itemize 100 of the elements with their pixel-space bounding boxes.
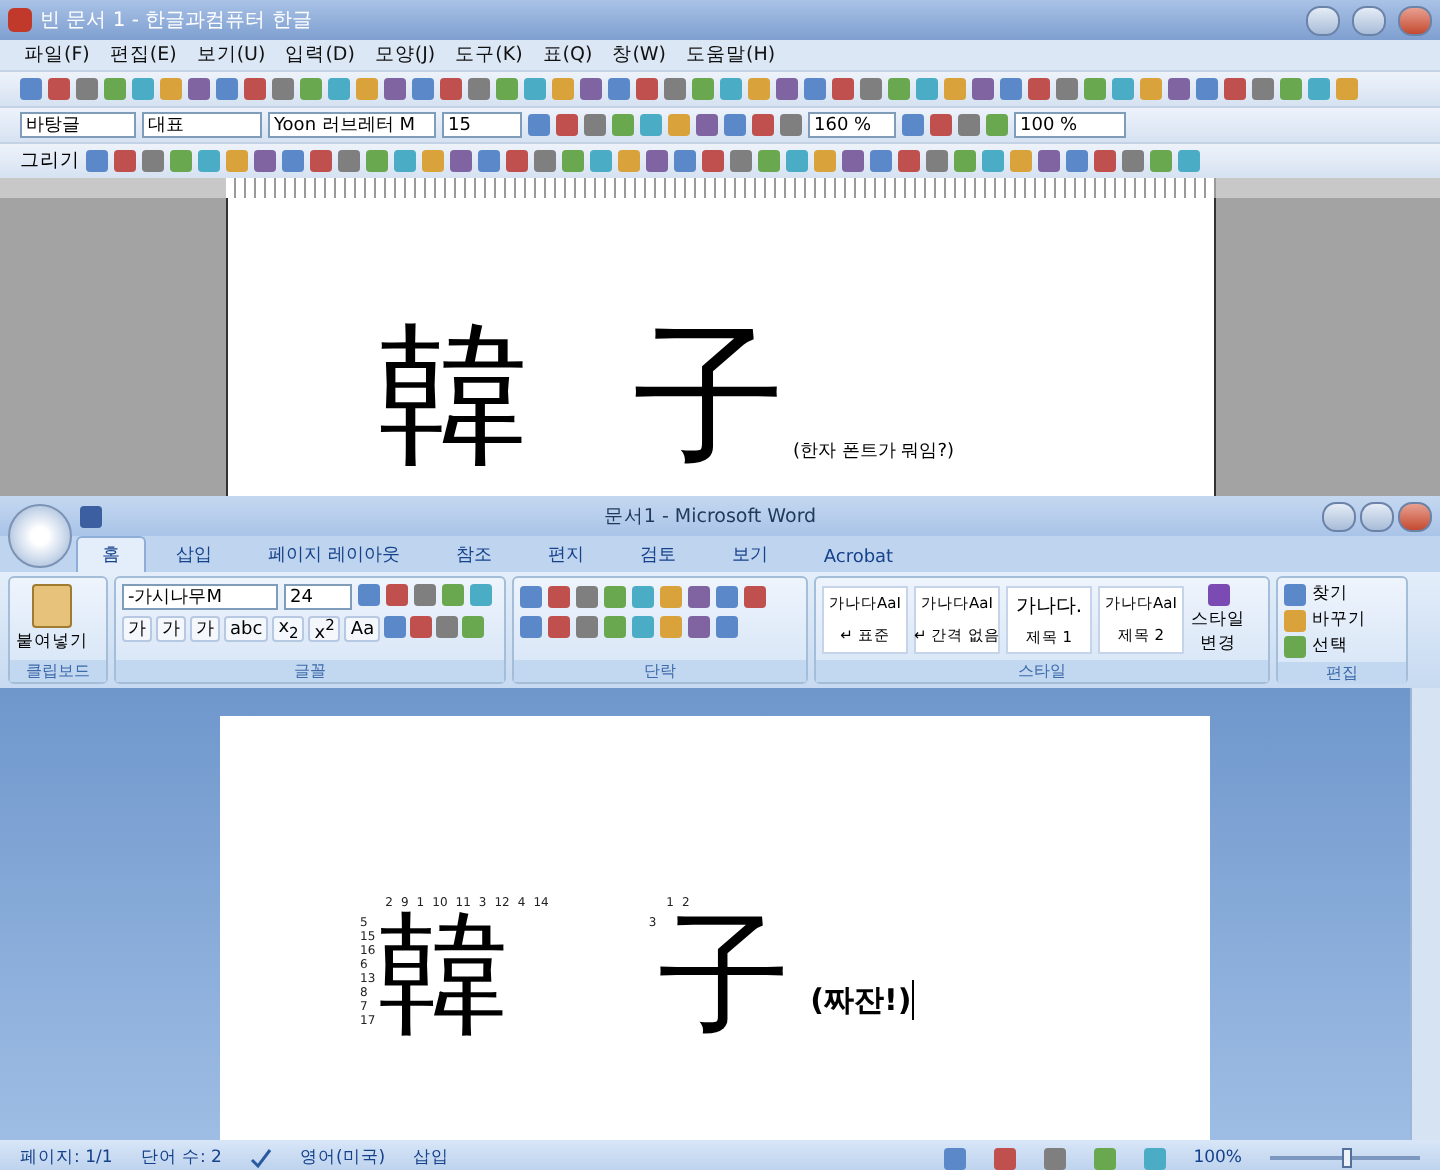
toolbar-icon[interactable] (1252, 78, 1274, 100)
proofing-icon[interactable] (249, 1147, 272, 1169)
style-dropdown[interactable]: 바탕글 (20, 112, 136, 138)
toolbar-icon[interactable] (993, 1147, 1016, 1169)
toolbar-icon[interactable] (604, 616, 626, 638)
toolbar-icon[interactable] (688, 586, 710, 608)
toolbar-icon[interactable] (664, 78, 686, 100)
toolbar-icon[interactable] (716, 586, 738, 608)
toolbar-icon[interactable] (612, 114, 634, 136)
toolbar-icon[interactable] (1308, 78, 1330, 100)
save-icon[interactable] (80, 505, 102, 527)
toolbar-icon[interactable] (1150, 150, 1172, 172)
toolbar-icon[interactable] (943, 1147, 966, 1169)
font-dropdown[interactable]: Yoon 러브레터 M (268, 112, 436, 138)
toolbar-icon[interactable] (1038, 150, 1060, 172)
toolbar-icon[interactable] (506, 150, 528, 172)
toolbar-icon[interactable] (142, 150, 164, 172)
toolbar-icon[interactable] (804, 78, 826, 100)
toolbar-icon[interactable] (520, 616, 542, 638)
toolbar-icon[interactable] (520, 586, 542, 608)
line-spacing-dropdown[interactable]: 160 % (808, 112, 896, 138)
close-button[interactable] (1398, 501, 1432, 531)
toolbar-icon[interactable] (576, 586, 598, 608)
ribbon-tab[interactable]: 삽입 (150, 536, 238, 572)
toolbar-icon[interactable] (702, 150, 724, 172)
toolbar-icon[interactable] (688, 616, 710, 638)
toolbar-icon[interactable] (188, 78, 210, 100)
toolbar-icon[interactable] (478, 150, 500, 172)
toolbar-icon[interactable] (580, 78, 602, 100)
ribbon-tab[interactable]: 편지 (521, 536, 610, 572)
toolbar-icon[interactable] (468, 78, 490, 100)
toolbar-icon[interactable] (282, 150, 304, 172)
toolbar-icon[interactable] (450, 150, 472, 172)
toolbar-icon[interactable] (780, 114, 802, 136)
toolbar-icon[interactable] (76, 78, 98, 100)
format-button[interactable]: x$_{2}$ (272, 616, 305, 642)
toolbar-icon[interactable] (132, 78, 154, 100)
zoom-dropdown[interactable]: 100 % (1014, 112, 1126, 138)
toolbar-icon[interactable] (338, 150, 360, 172)
ribbon-tab[interactable]: 홈 (76, 536, 146, 572)
toolbar-icon[interactable] (496, 78, 518, 100)
toolbar-icon[interactable] (104, 78, 126, 100)
minimize-button[interactable] (1322, 501, 1356, 531)
toolbar-icon[interactable] (916, 78, 938, 100)
edit-button[interactable]: 찾기 (1284, 582, 1366, 606)
ribbon-tab[interactable]: 참조 (429, 536, 518, 572)
toolbar-icon[interactable] (534, 150, 556, 172)
edit-button[interactable]: 바꾸기 (1284, 608, 1366, 632)
font-size-dropdown[interactable]: 24 (284, 584, 352, 610)
toolbar-icon[interactable] (660, 586, 682, 608)
toolbar-icon[interactable] (366, 150, 388, 172)
ribbon-tab[interactable]: 검토 (613, 536, 702, 572)
menu-item[interactable]: 보기(U) (196, 42, 266, 68)
draw-menu[interactable]: 그리기 (20, 148, 80, 174)
toolbar-icon[interactable] (384, 78, 406, 100)
menu-item[interactable]: 모양(J) (374, 42, 436, 68)
language-dropdown[interactable]: 대표 (142, 112, 262, 138)
toolbar-icon[interactable] (986, 114, 1008, 136)
menu-item[interactable]: 창(W) (612, 42, 666, 68)
toolbar-icon[interactable] (556, 114, 578, 136)
format-button[interactable]: x$^{2}$ (308, 616, 341, 642)
ribbon-tab[interactable]: Acrobat (797, 542, 920, 572)
toolbar-icon[interactable] (394, 150, 416, 172)
font-dropdown[interactable]: -가시나무M (122, 584, 278, 610)
font-size-dropdown[interactable]: 15 (442, 112, 522, 138)
toolbar-icon[interactable] (632, 616, 654, 638)
edit-button[interactable]: 선택 (1284, 634, 1366, 658)
toolbar-icon[interactable] (982, 150, 1004, 172)
toolbar-icon[interactable] (744, 586, 766, 608)
toolbar-icon[interactable] (832, 78, 854, 100)
toolbar-icon[interactable] (436, 616, 459, 638)
toolbar-icon[interactable] (576, 616, 598, 638)
toolbar-icon[interactable] (1168, 78, 1190, 100)
toolbar-icon[interactable] (86, 150, 108, 172)
menu-item[interactable]: 도구(K) (455, 42, 523, 68)
format-button[interactable]: 가 (156, 616, 186, 642)
toolbar-icon[interactable] (716, 616, 738, 638)
toolbar-icon[interactable] (1000, 78, 1022, 100)
toolbar-icon[interactable] (442, 584, 464, 606)
toolbar-icon[interactable] (1043, 1147, 1066, 1169)
toolbar-icon[interactable] (646, 150, 668, 172)
toolbar-icon[interactable] (216, 78, 238, 100)
toolbar-icon[interactable] (758, 150, 780, 172)
toolbar-icon[interactable] (114, 150, 136, 172)
toolbar-icon[interactable] (752, 114, 774, 136)
menu-item[interactable]: 편집(E) (109, 42, 177, 68)
toolbar-icon[interactable] (720, 78, 742, 100)
toolbar-icon[interactable] (310, 150, 332, 172)
toolbar-icon[interactable] (20, 78, 42, 100)
toolbar-icon[interactable] (926, 150, 948, 172)
toolbar-icon[interactable] (898, 150, 920, 172)
toolbar-icon[interactable] (410, 616, 433, 638)
toolbar-icon[interactable] (1094, 150, 1116, 172)
toolbar-icon[interactable] (198, 150, 220, 172)
toolbar-icon[interactable] (954, 150, 976, 172)
toolbar-icon[interactable] (584, 114, 606, 136)
toolbar-icon[interactable] (562, 150, 584, 172)
toolbar-icon[interactable] (358, 584, 380, 606)
toolbar-icon[interactable] (1122, 150, 1144, 172)
toolbar-icon[interactable] (440, 78, 462, 100)
